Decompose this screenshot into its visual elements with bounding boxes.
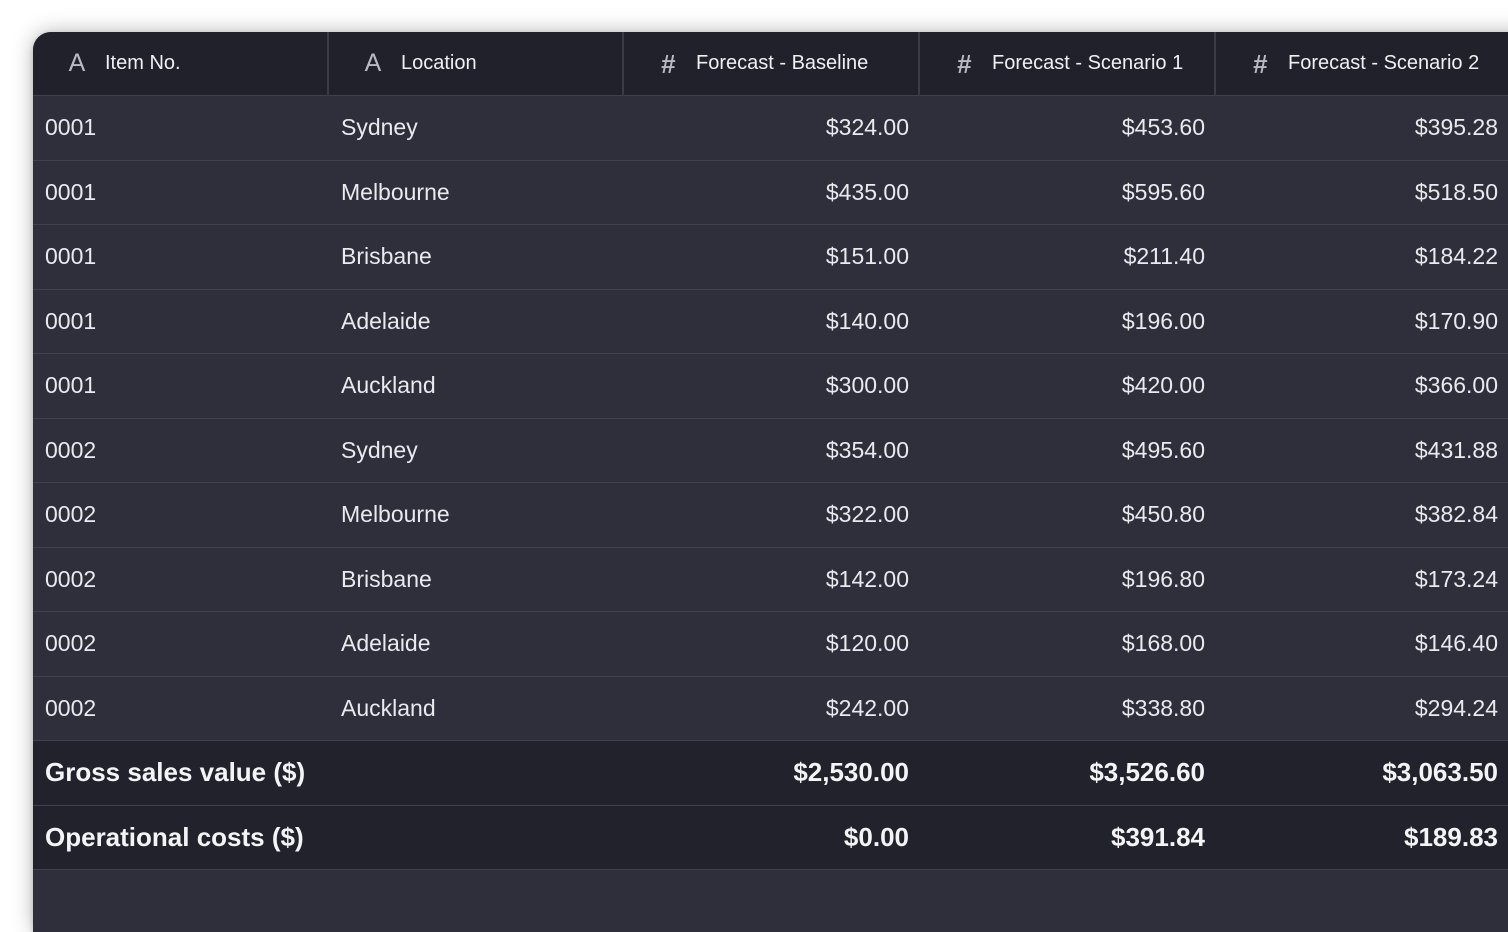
forecast-baseline-cell[interactable]: $151.00: [623, 224, 919, 289]
forecast-scenario-2-cell[interactable]: $184.22: [1215, 224, 1508, 289]
column-header-label: Forecast - Scenario 1: [992, 52, 1184, 74]
summary-scenario-1-value: $391.84: [919, 804, 1215, 870]
summary-row-gross-sales: Gross sales value ($) $2,530.00 $3,526.6…: [33, 740, 1508, 805]
forecast-scenario-1-cell[interactable]: $338.80: [919, 675, 1215, 741]
forecast-scenario-2-cell[interactable]: $431.88: [1215, 417, 1508, 483]
location-cell[interactable]: Auckland: [328, 353, 623, 418]
summary-baseline-value: $2,530.00: [623, 740, 919, 805]
forecast-baseline-cell[interactable]: $324.00: [623, 95, 919, 160]
number-type-icon: #: [660, 48, 676, 79]
column-header-label: Forecast - Baseline: [696, 52, 869, 74]
summary-scenario-1-value: $3,526.60: [919, 740, 1215, 805]
summary-baseline-value: $0.00: [623, 804, 919, 870]
item-no-cell[interactable]: 0001: [33, 95, 328, 160]
column-header-label: Forecast - Scenario 2: [1288, 52, 1480, 74]
forecast-scenario-2-cell[interactable]: $146.40: [1215, 611, 1508, 676]
forecast-scenario-2-cell[interactable]: $294.24: [1215, 675, 1508, 741]
table-row[interactable]: 0001 Brisbane $151.00 $211.40 $184.22: [33, 224, 1508, 289]
table-row[interactable]: 0001 Adelaide $140.00 $196.00 $170.90: [33, 288, 1508, 354]
location-cell[interactable]: Brisbane: [328, 546, 623, 612]
forecast-baseline-cell[interactable]: $142.00: [623, 546, 919, 612]
summary-label: Gross sales value ($): [33, 740, 623, 805]
location-cell[interactable]: Adelaide: [328, 288, 623, 354]
forecast-scenario-2-cell[interactable]: $382.84: [1215, 482, 1508, 547]
forecast-baseline-cell[interactable]: $322.00: [623, 482, 919, 547]
location-cell[interactable]: Melbourne: [328, 482, 623, 547]
forecast-baseline-cell[interactable]: $140.00: [623, 288, 919, 354]
item-no-cell[interactable]: 0002: [33, 546, 328, 612]
number-type-icon: #: [1252, 48, 1268, 79]
table-row[interactable]: 0002 Brisbane $142.00 $196.80 $173.24: [33, 546, 1508, 612]
item-no-cell[interactable]: 0002: [33, 611, 328, 676]
column-header-forecast-scenario-1[interactable]: # Forecast - Scenario 1: [919, 32, 1216, 96]
item-no-cell[interactable]: 0002: [33, 417, 328, 483]
column-header-forecast-baseline[interactable]: # Forecast - Baseline: [623, 32, 920, 96]
forecast-scenario-2-cell[interactable]: $173.24: [1215, 546, 1508, 612]
forecast-table: A Item No. A Location # Forecast - Basel…: [33, 32, 1508, 870]
table-row[interactable]: 0001 Sydney $324.00 $453.60 $395.28: [33, 95, 1508, 160]
forecast-table-card: A Item No. A Location # Forecast - Basel…: [33, 32, 1508, 932]
forecast-scenario-2-cell[interactable]: $366.00: [1215, 353, 1508, 418]
forecast-scenario-1-cell[interactable]: $453.60: [919, 95, 1215, 160]
forecast-scenario-2-cell[interactable]: $395.28: [1215, 95, 1508, 160]
location-cell[interactable]: Adelaide: [328, 611, 623, 676]
table-row[interactable]: 0001 Auckland $300.00 $420.00 $366.00: [33, 353, 1508, 418]
table-row[interactable]: 0002 Auckland $242.00 $338.80 $294.24: [33, 675, 1508, 741]
forecast-scenario-2-cell[interactable]: $170.90: [1215, 288, 1508, 354]
forecast-baseline-cell[interactable]: $242.00: [623, 675, 919, 741]
item-no-cell[interactable]: 0002: [33, 675, 328, 741]
location-cell[interactable]: Sydney: [328, 95, 623, 160]
forecast-scenario-1-cell[interactable]: $211.40: [919, 224, 1215, 289]
forecast-baseline-cell[interactable]: $120.00: [623, 611, 919, 676]
location-cell[interactable]: Sydney: [328, 417, 623, 483]
forecast-scenario-1-cell[interactable]: $495.60: [919, 417, 1215, 483]
forecast-scenario-1-cell[interactable]: $420.00: [919, 353, 1215, 418]
forecast-scenario-1-cell[interactable]: $196.00: [919, 288, 1215, 354]
location-cell[interactable]: Melbourne: [328, 159, 623, 225]
column-header-label: Location: [401, 52, 477, 74]
location-cell[interactable]: Brisbane: [328, 224, 623, 289]
forecast-scenario-1-cell[interactable]: $595.60: [919, 159, 1215, 225]
forecast-baseline-cell[interactable]: $354.00: [623, 417, 919, 483]
forecast-scenario-1-cell[interactable]: $196.80: [919, 546, 1215, 612]
forecast-scenario-2-cell[interactable]: $518.50: [1215, 159, 1508, 225]
column-header-label: Item No.: [105, 52, 181, 74]
table-row[interactable]: 0002 Melbourne $322.00 $450.80 $382.84: [33, 482, 1508, 547]
table-row[interactable]: 0002 Sydney $354.00 $495.60 $431.88: [33, 417, 1508, 483]
table-header-row: A Item No. A Location # Forecast - Basel…: [33, 32, 1508, 96]
table-row[interactable]: 0002 Adelaide $120.00 $168.00 $146.40: [33, 611, 1508, 676]
forecast-baseline-cell[interactable]: $435.00: [623, 159, 919, 225]
item-no-cell[interactable]: 0001: [33, 224, 328, 289]
summary-label: Operational costs ($): [33, 804, 623, 870]
table-row[interactable]: 0001 Melbourne $435.00 $595.60 $518.50: [33, 159, 1508, 225]
summary-row-operational-costs: Operational costs ($) $0.00 $391.84 $189…: [33, 804, 1508, 870]
location-cell[interactable]: Auckland: [328, 675, 623, 741]
forecast-scenario-1-cell[interactable]: $450.80: [919, 482, 1215, 547]
item-no-cell[interactable]: 0001: [33, 288, 328, 354]
summary-scenario-2-value: $189.83: [1215, 804, 1508, 870]
item-no-cell[interactable]: 0001: [33, 159, 328, 225]
forecast-scenario-1-cell[interactable]: $168.00: [919, 611, 1215, 676]
item-no-cell[interactable]: 0001: [33, 353, 328, 418]
summary-scenario-2-value: $3,063.50: [1215, 740, 1508, 805]
number-type-icon: #: [956, 48, 972, 79]
column-header-item-no[interactable]: A Item No.: [33, 32, 329, 96]
column-header-location[interactable]: A Location: [328, 32, 624, 96]
text-type-icon: A: [364, 49, 382, 77]
forecast-baseline-cell[interactable]: $300.00: [623, 353, 919, 418]
column-header-forecast-scenario-2[interactable]: # Forecast - Scenario 2: [1215, 32, 1508, 96]
text-type-icon: A: [68, 49, 86, 77]
item-no-cell[interactable]: 0002: [33, 482, 328, 547]
